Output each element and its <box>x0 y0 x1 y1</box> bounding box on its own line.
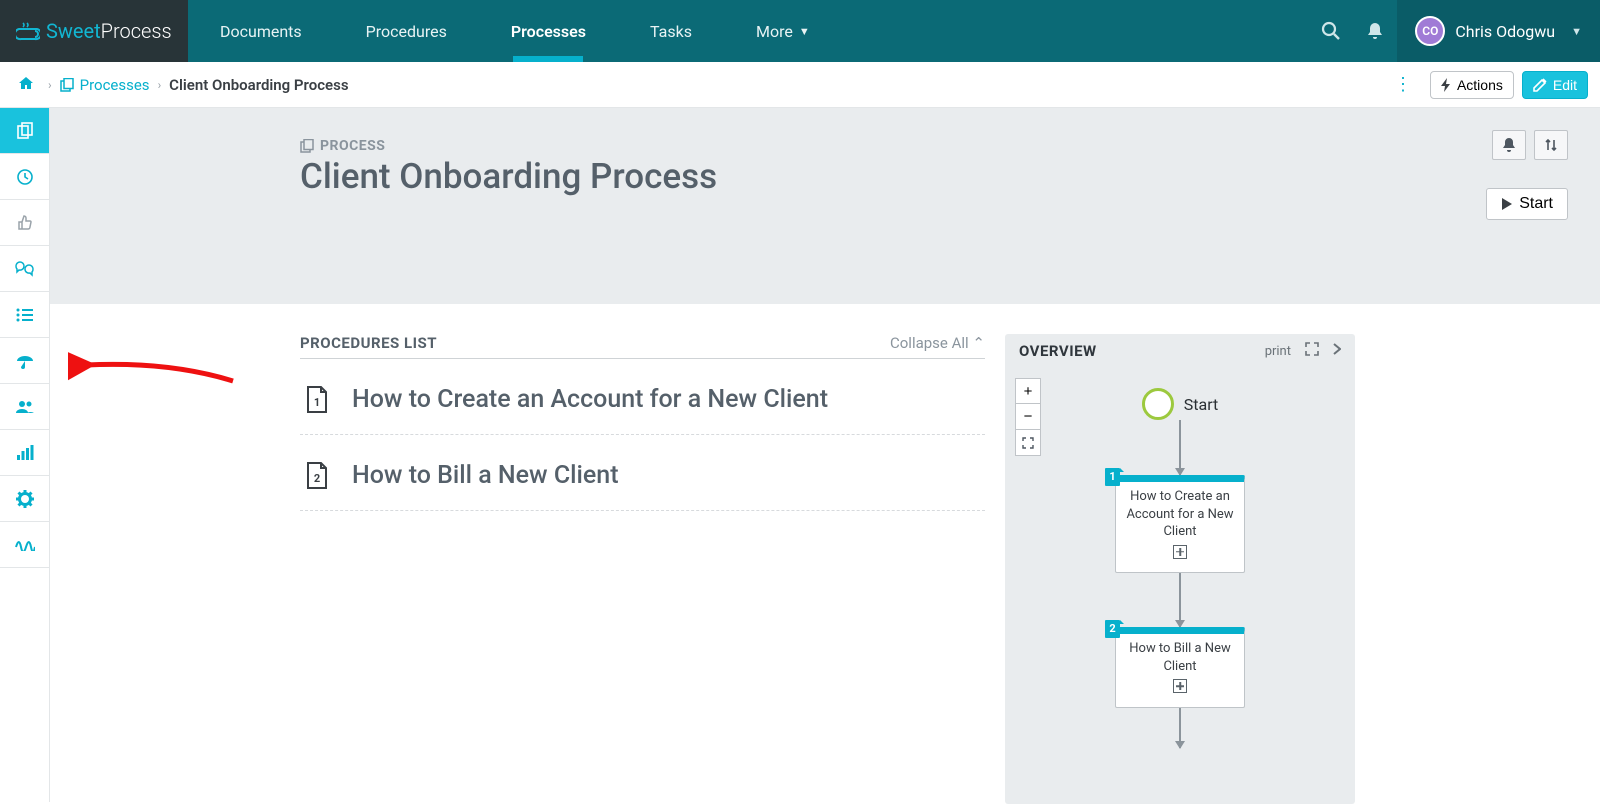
flow-start-node[interactable]: Start <box>1142 388 1218 420</box>
logo[interactable]: SweetProcess <box>0 0 188 62</box>
notify-button[interactable] <box>1492 130 1526 160</box>
chevron-up-icon: ⌃ <box>972 334 985 352</box>
hero-label-text: PROCESS <box>320 138 385 154</box>
rail-gear-icon[interactable] <box>0 476 49 522</box>
content: PROCESS Client Onboarding Process Start … <box>50 108 1600 802</box>
top-nav: SweetProcess Documents Procedures Proces… <box>0 0 1600 62</box>
card-title: How to Create an Account for a New Clien… <box>1122 488 1238 541</box>
breadcrumb-processes-label: Processes <box>80 76 150 94</box>
arrow-down-icon <box>1179 420 1181 475</box>
arrow-down-icon <box>1179 708 1181 748</box>
stack-icon <box>60 78 74 92</box>
logo-text-process: Process <box>101 19 172 43</box>
main-nav: Documents Procedures Processes Tasks Mor… <box>188 0 1309 62</box>
play-icon <box>1501 197 1513 211</box>
flow-start-label: Start <box>1184 395 1218 414</box>
kebab-menu-icon[interactable]: ⋮ <box>1384 70 1422 99</box>
edit-label: Edit <box>1553 77 1577 93</box>
svg-text:1: 1 <box>314 396 320 409</box>
card-title: How to Bill a New Client <box>1122 640 1238 675</box>
stack-icon <box>300 139 314 153</box>
actions-label: Actions <box>1457 77 1503 93</box>
flow-card[interactable]: 2 How to Bill a New Client <box>1115 627 1245 708</box>
breadcrumb-current: Client Onboarding Process <box>169 76 348 94</box>
rail-chat-icon[interactable] <box>0 246 49 292</box>
home-icon[interactable] <box>12 72 40 98</box>
rail-clock-icon[interactable] <box>0 154 49 200</box>
user-menu[interactable]: CO Chris Odogwu ▼ <box>1397 0 1600 62</box>
nav-more-label: More <box>756 22 793 41</box>
breadcrumb-actions: ⋮ Actions Edit <box>1384 70 1588 99</box>
procedure-item[interactable]: 1 How to Create an Account for a New Cli… <box>300 359 985 435</box>
chevron-down-icon: ▼ <box>1571 25 1582 38</box>
search-icon[interactable] <box>1309 0 1353 62</box>
logo-text-sweet: Sweet <box>46 19 101 43</box>
doc-icon: 1 <box>306 386 328 414</box>
page-title: Client Onboarding Process <box>300 156 1568 197</box>
nav-tasks[interactable]: Tasks <box>618 0 724 62</box>
rail-copy-icon[interactable] <box>0 108 49 154</box>
body-area: PROCEDURES LIST Collapse All ⌃ 1 How to … <box>50 304 1600 804</box>
overview-heading: OVERVIEW <box>1019 342 1097 360</box>
procedure-title: How to Bill a New Client <box>352 461 619 490</box>
hero-tools: Start <box>1486 130 1568 220</box>
arrow-down-icon <box>1179 573 1181 627</box>
collapse-all[interactable]: Collapse All ⌃ <box>890 334 985 352</box>
chevron-down-icon: ▼ <box>799 25 810 38</box>
hero: PROCESS Client Onboarding Process Start <box>50 108 1600 304</box>
chevron-right-icon[interactable] <box>1333 343 1341 359</box>
doc-icon: 2 <box>306 462 328 490</box>
sort-button[interactable] <box>1534 130 1568 160</box>
flowchart: Start 1 How to Create an Account for a N… <box>1005 378 1355 804</box>
rail-thumb-icon[interactable] <box>0 200 49 246</box>
nav-more[interactable]: More ▼ <box>724 0 842 62</box>
edit-button[interactable]: Edit <box>1522 71 1588 99</box>
nav-procedures[interactable]: Procedures <box>334 0 479 62</box>
procedure-title: How to Create an Account for a New Clien… <box>352 385 828 414</box>
list-header: PROCEDURES LIST Collapse All ⌃ <box>300 334 985 359</box>
expand-icon[interactable] <box>1305 342 1319 360</box>
rail-umbrella-icon[interactable] <box>0 338 49 384</box>
bell-icon[interactable] <box>1353 0 1397 62</box>
bolt-icon <box>1441 78 1451 92</box>
print-link[interactable]: print <box>1265 344 1291 359</box>
left-rail <box>0 108 50 802</box>
procedures-list: PROCEDURES LIST Collapse All ⌃ 1 How to … <box>300 334 985 804</box>
breadcrumb-sep: › <box>40 78 60 92</box>
nav-documents[interactable]: Documents <box>188 0 334 62</box>
rail-pulse-icon[interactable] <box>0 522 49 568</box>
top-right-tools: CO Chris Odogwu ▼ <box>1309 0 1600 62</box>
user-name: Chris Odogwu <box>1455 22 1555 41</box>
avatar: CO <box>1415 16 1445 46</box>
overview-header: OVERVIEW print <box>1005 334 1355 364</box>
rail-users-icon[interactable] <box>0 384 49 430</box>
card-badge: 1 <box>1105 468 1120 486</box>
hero-label: PROCESS <box>300 138 1568 154</box>
nav-processes[interactable]: Processes <box>479 0 618 62</box>
breadcrumb-processes[interactable]: Processes <box>60 76 150 94</box>
overview-panel: OVERVIEW print + − Start <box>1005 334 1355 804</box>
rail-bars-icon[interactable] <box>0 430 49 476</box>
expand-plus-icon[interactable] <box>1173 545 1187 559</box>
card-badge: 2 <box>1105 620 1120 638</box>
list-heading: PROCEDURES LIST <box>300 334 437 352</box>
breadcrumb-sep: › <box>150 78 170 92</box>
start-label: Start <box>1519 195 1553 213</box>
logo-icon <box>16 21 40 41</box>
overview-tools: print <box>1265 342 1341 360</box>
start-circle-icon <box>1142 388 1174 420</box>
procedure-item[interactable]: 2 How to Bill a New Client <box>300 435 985 511</box>
edit-icon <box>1533 78 1547 92</box>
expand-plus-icon[interactable] <box>1173 679 1187 693</box>
breadcrumb-bar: › Processes › Client Onboarding Process … <box>0 62 1600 108</box>
flow-card[interactable]: 1 How to Create an Account for a New Cli… <box>1115 475 1245 573</box>
rail-list-icon[interactable] <box>0 292 49 338</box>
svg-text:2: 2 <box>314 472 320 485</box>
collapse-label: Collapse All <box>890 334 969 352</box>
start-button[interactable]: Start <box>1486 188 1568 220</box>
actions-button[interactable]: Actions <box>1430 71 1514 99</box>
